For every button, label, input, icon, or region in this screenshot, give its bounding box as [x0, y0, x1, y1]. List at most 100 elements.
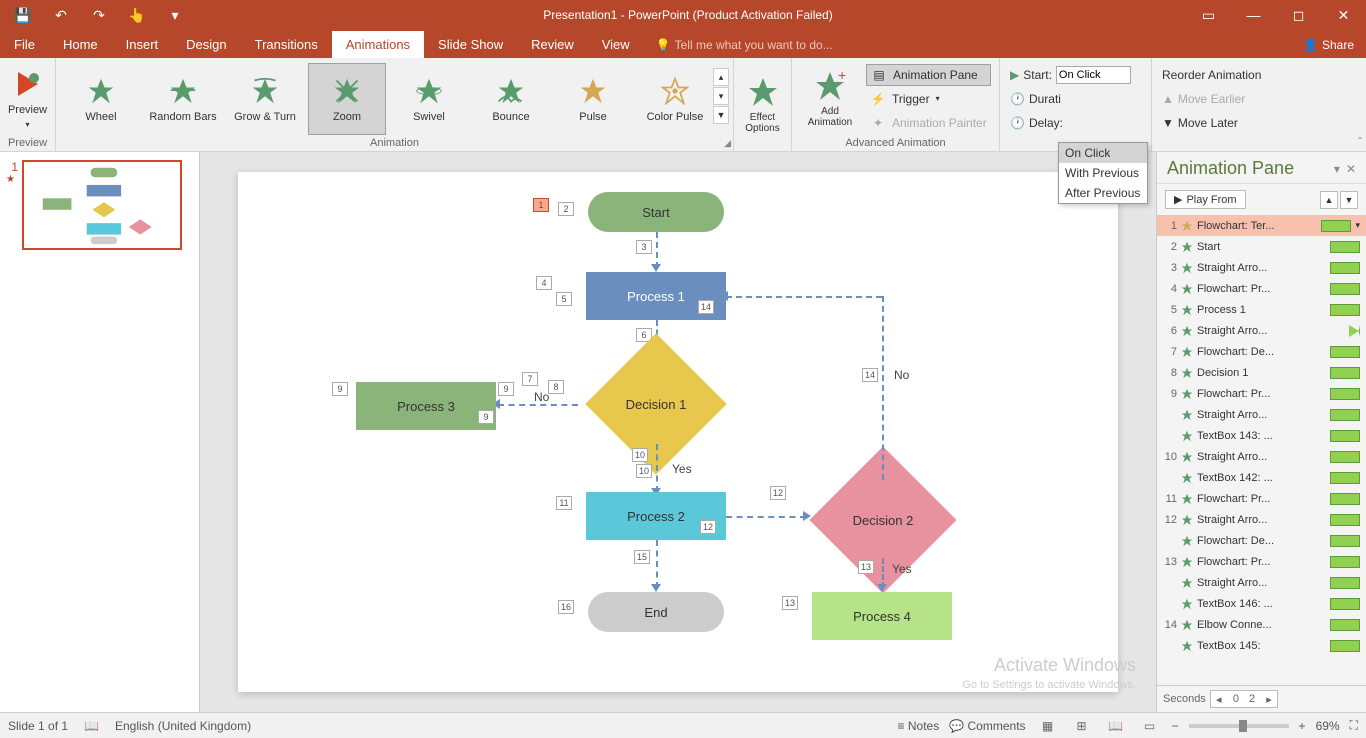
- animation-color-pulse[interactable]: Color Pulse: [636, 63, 714, 135]
- anim-tag-15[interactable]: 15: [634, 550, 650, 564]
- effect-options-button[interactable]: Effect Options: [740, 69, 785, 141]
- anim-list-item[interactable]: TextBox 146: ...: [1157, 593, 1366, 614]
- timeline-ruler[interactable]: ◂ 0 2 ▸: [1210, 690, 1278, 708]
- arrow-start-process1[interactable]: [656, 232, 658, 268]
- reading-view-button[interactable]: 📖: [1104, 717, 1128, 735]
- zoom-percent[interactable]: 69%: [1316, 719, 1340, 733]
- close-button[interactable]: ✕: [1321, 0, 1366, 30]
- animation-painter-button[interactable]: ✦Animation Painter: [866, 112, 991, 134]
- anim-tag-9[interactable]: 9: [332, 382, 348, 396]
- tab-design[interactable]: Design: [172, 31, 240, 58]
- qat-customize-button[interactable]: ▾: [160, 1, 190, 29]
- animation-bounce[interactable]: Bounce: [472, 63, 550, 135]
- animation-pulse[interactable]: Pulse: [554, 63, 632, 135]
- add-animation-button[interactable]: + Add Animation: [798, 63, 862, 135]
- dialog-launcher-animation[interactable]: ◢: [724, 138, 731, 149]
- slide-counter[interactable]: Slide 1 of 1: [8, 719, 68, 733]
- arrow-decision2-process1-v[interactable]: [882, 296, 884, 480]
- anim-tag-5[interactable]: 5: [556, 292, 572, 306]
- gallery-scroll-down[interactable]: ▾: [713, 87, 729, 105]
- arrow-process2-end[interactable]: [656, 540, 658, 588]
- anim-tag-14b[interactable]: 14: [698, 300, 714, 314]
- zoom-in-button[interactable]: +: [1299, 719, 1306, 733]
- anim-tag-10a[interactable]: 10: [632, 448, 648, 462]
- anim-list-item[interactable]: 1Flowchart: Ter...▾: [1157, 215, 1366, 236]
- arrow-process2-decision2[interactable]: [726, 516, 806, 518]
- ribbon-display-options[interactable]: ▭: [1186, 0, 1231, 30]
- anim-tag-11[interactable]: 11: [556, 496, 572, 510]
- tab-transitions[interactable]: Transitions: [241, 31, 332, 58]
- anim-list-item[interactable]: 9Flowchart: Pr...: [1157, 383, 1366, 404]
- collapse-ribbon-button[interactable]: ˆ: [1358, 135, 1362, 149]
- redo-button[interactable]: ↷: [84, 1, 114, 29]
- tab-review[interactable]: Review: [517, 31, 588, 58]
- label-no-1[interactable]: No: [534, 390, 549, 404]
- anim-list-item[interactable]: 7Flowchart: De...: [1157, 341, 1366, 362]
- slide-canvas-area[interactable]: Start 1 2 3 Process 1 4 5 14 6 Decision …: [200, 152, 1156, 712]
- arrow-decision1-process3[interactable]: [498, 404, 578, 406]
- tab-home[interactable]: Home: [49, 31, 112, 58]
- trigger-button[interactable]: ⚡Trigger▾: [866, 88, 991, 110]
- label-yes-2[interactable]: Yes: [892, 562, 912, 576]
- shape-decision2[interactable]: Decision 2: [798, 480, 968, 560]
- pane-options-button[interactable]: ▾: [1334, 162, 1340, 176]
- start-option-withprevious[interactable]: With Previous: [1059, 163, 1147, 183]
- preview-button[interactable]: Preview ▾: [6, 63, 49, 135]
- zoom-out-button[interactable]: −: [1172, 719, 1179, 733]
- anim-tag-2[interactable]: 2: [558, 202, 574, 216]
- anim-tag-13b[interactable]: 13: [782, 596, 798, 610]
- touch-mode-button[interactable]: 👆: [122, 1, 152, 29]
- anim-tag-12b[interactable]: 12: [700, 520, 716, 534]
- anim-tag-9b[interactable]: 9: [498, 382, 514, 396]
- anim-tag-10b[interactable]: 10: [636, 464, 652, 478]
- anim-list-item[interactable]: 2Start: [1157, 236, 1366, 257]
- anim-list-item[interactable]: 5Process 1: [1157, 299, 1366, 320]
- tab-slideshow[interactable]: Slide Show: [424, 31, 517, 58]
- anim-list-item[interactable]: 10Straight Arro...: [1157, 446, 1366, 467]
- anim-tag-13[interactable]: 13: [858, 560, 874, 574]
- anim-tag-12[interactable]: 12: [770, 486, 786, 500]
- anim-tag-9c[interactable]: 9: [478, 410, 494, 424]
- anim-tag-8[interactable]: 8: [548, 380, 564, 394]
- anim-list-item[interactable]: 4Flowchart: Pr...: [1157, 278, 1366, 299]
- anim-tag-7[interactable]: 7: [522, 372, 538, 386]
- notes-button[interactable]: ≡ Notes: [898, 719, 940, 733]
- reorder-up-button[interactable]: ▲: [1320, 191, 1338, 209]
- start-dropdown[interactable]: [1056, 66, 1131, 84]
- tell-me-search[interactable]: 💡Tell me what you want to do...: [656, 38, 833, 58]
- anim-list-item[interactable]: TextBox 145:: [1157, 635, 1366, 656]
- slide[interactable]: Start 1 2 3 Process 1 4 5 14 6 Decision …: [238, 172, 1118, 692]
- animation-list[interactable]: 1Flowchart: Ter...▾2Start3Straight Arro.…: [1157, 215, 1366, 685]
- anim-tag-16[interactable]: 16: [558, 600, 574, 614]
- anim-list-item[interactable]: Straight Arro...: [1157, 404, 1366, 425]
- maximize-button[interactable]: ◻: [1276, 0, 1321, 30]
- normal-view-button[interactable]: ▦: [1036, 717, 1060, 735]
- anim-tag-4[interactable]: 4: [536, 276, 552, 290]
- zoom-slider[interactable]: [1189, 724, 1289, 728]
- anim-list-item[interactable]: 12Straight Arro...: [1157, 509, 1366, 530]
- sorter-view-button[interactable]: ⊞: [1070, 717, 1094, 735]
- anim-list-item[interactable]: 11Flowchart: Pr...: [1157, 488, 1366, 509]
- slide-thumbnail-1[interactable]: [22, 160, 182, 250]
- tab-file[interactable]: File: [0, 31, 49, 58]
- animation-grow-turn[interactable]: Grow & Turn: [226, 63, 304, 135]
- minimize-button[interactable]: —: [1231, 0, 1276, 30]
- tab-insert[interactable]: Insert: [112, 31, 173, 58]
- arrow-decision1-process2[interactable]: [656, 444, 658, 492]
- gallery-scroll-up[interactable]: ▴: [713, 68, 729, 86]
- anim-list-item[interactable]: Flowchart: De...: [1157, 530, 1366, 551]
- anim-list-item[interactable]: 6Straight Arro...: [1157, 320, 1366, 341]
- close-pane-button[interactable]: ✕: [1346, 162, 1356, 176]
- play-from-button[interactable]: ▶Play From: [1165, 190, 1246, 209]
- anim-tag-3[interactable]: 3: [636, 240, 652, 254]
- fit-to-window-button[interactable]: ⛶: [1350, 718, 1358, 733]
- gallery-more-button[interactable]: ▼: [713, 106, 729, 124]
- anim-tag-14[interactable]: 14: [862, 368, 878, 382]
- move-earlier-button[interactable]: ▲Move Earlier: [1162, 88, 1262, 110]
- anim-list-item[interactable]: Straight Arro...: [1157, 572, 1366, 593]
- label-yes-1[interactable]: Yes: [672, 462, 692, 476]
- start-option-afterprevious[interactable]: After Previous: [1059, 183, 1147, 203]
- animation-zoom[interactable]: Zoom: [308, 63, 386, 135]
- comments-button[interactable]: 💬 Comments: [949, 719, 1025, 733]
- anim-list-item[interactable]: TextBox 142: ...: [1157, 467, 1366, 488]
